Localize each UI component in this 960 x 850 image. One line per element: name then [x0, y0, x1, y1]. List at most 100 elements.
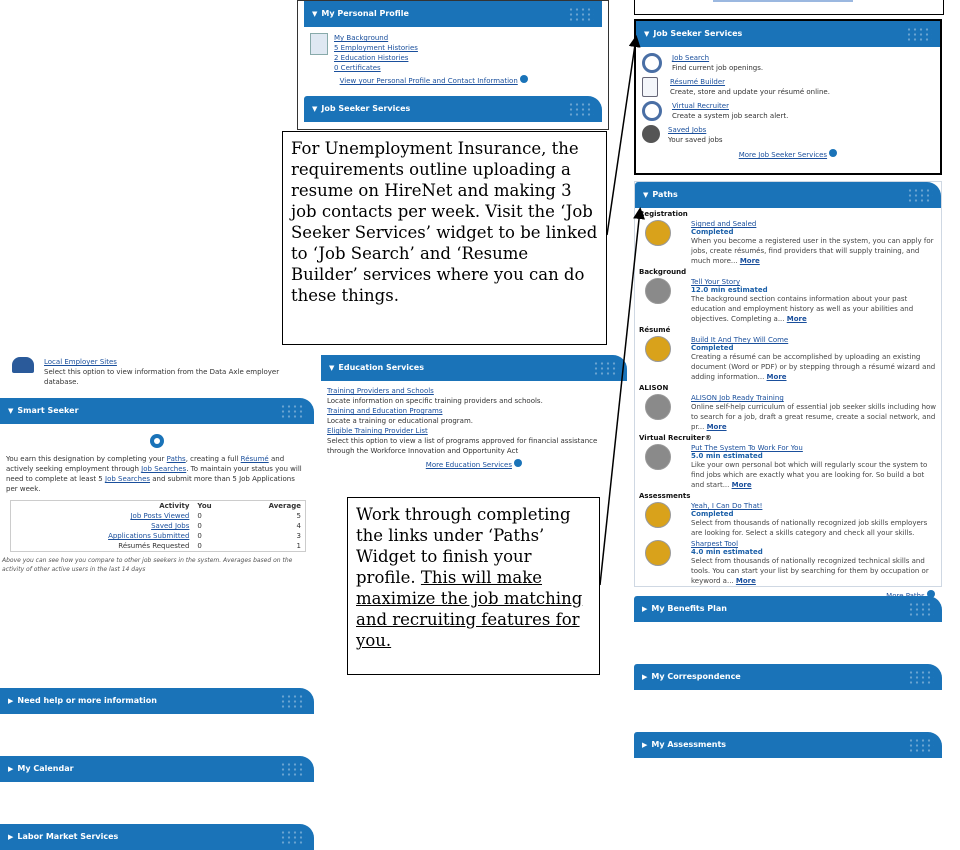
more-link[interactable]: More	[740, 257, 760, 265]
eligible-training-link[interactable]: Eligible Training Provider List	[327, 426, 621, 436]
profile-link[interactable]: 0 Certificates	[334, 63, 418, 73]
collapse-arrow-icon[interactable]: ▼	[8, 398, 13, 424]
view-profile-link[interactable]: View your Personal Profile and Contact I…	[340, 77, 518, 85]
widget-header[interactable]: ▼ Education Services	[321, 355, 627, 381]
path-section-label: Résumé	[639, 326, 671, 334]
collapse-arrow-icon[interactable]: ▼	[312, 96, 317, 122]
more-link[interactable]: More	[732, 481, 752, 489]
resume-builder-link[interactable]: Résumé Builder	[670, 78, 725, 86]
paths-link[interactable]: Paths	[167, 455, 186, 463]
drag-handle-icon[interactable]	[593, 361, 619, 375]
saved-jobs-link[interactable]: Saved Jobs	[668, 126, 706, 134]
expand-arrow-icon[interactable]: ▶	[8, 756, 13, 782]
training-providers-link[interactable]: Training Providers and Schools	[327, 386, 621, 396]
expand-arrow-icon[interactable]: ▶	[642, 664, 647, 690]
my-calendar-bar[interactable]: ▶ My Calendar	[0, 756, 314, 782]
resume-link[interactable]: Résumé	[241, 455, 269, 463]
my-assessments-bar[interactable]: ▶ My Assessments	[634, 732, 942, 758]
path-section-label: Registration	[639, 210, 688, 218]
path-link[interactable]: ALISON Job Ready Training	[691, 394, 937, 402]
job-searches-link[interactable]: Job Searches	[105, 475, 150, 483]
job-seeker-services-widget: ▼ Job Seeker Services Job Search Find curr…	[634, 19, 942, 175]
more-link[interactable]: More	[707, 423, 727, 431]
widget-header[interactable]: ▼ Job Seeker Services	[636, 21, 940, 47]
path-status: 4.0 min estimated	[691, 548, 763, 556]
expand-arrow-icon[interactable]: ▶	[8, 824, 13, 850]
paths-widget: ▼ Paths Registration Signed and Sealed Comp…	[634, 181, 942, 600]
profile-link[interactable]: 5 Employment Histories	[334, 43, 418, 53]
drag-handle-icon[interactable]	[280, 404, 306, 418]
more-link[interactable]: More	[767, 373, 787, 381]
drag-handle-icon[interactable]	[568, 102, 594, 116]
personal-profile-widget: ▼ My Personal Profile My Background 5 Emp…	[297, 0, 609, 130]
widget-header[interactable]: ▼ Smart Seeker	[0, 398, 314, 424]
table-row: Résumés Requested 0 1	[118, 542, 301, 550]
collapse-arrow-icon[interactable]: ▼	[329, 355, 334, 381]
list-item: Saved Jobs Your saved jobs	[642, 125, 934, 145]
training-programs-link[interactable]: Training and Education Programs	[327, 406, 621, 416]
profile-link[interactable]: 2 Education Histories	[334, 53, 418, 63]
expand-arrow-icon[interactable]: ▶	[642, 596, 647, 622]
table-row: Applications Submitted 0 3	[108, 532, 301, 540]
collapse-arrow-icon[interactable]: ▼	[643, 182, 648, 208]
path-badge-icon	[645, 278, 671, 304]
path-status: 12.0 min estimated	[691, 286, 768, 294]
drag-handle-icon[interactable]	[280, 694, 306, 708]
path-link[interactable]: Yeah, I Can Do That!	[691, 502, 937, 510]
path-section-label: ALISON	[639, 384, 669, 392]
drag-handle-icon[interactable]	[280, 830, 306, 844]
my-benefits-plan-bar[interactable]: ▶ My Benefits Plan	[634, 596, 942, 622]
expand-arrow-icon[interactable]: ▶	[8, 688, 13, 714]
path-item: Tell Your Story 12.0 min estimated The bac…	[639, 278, 937, 324]
path-item: Sharpest Tool 4.0 min estimated Select fro…	[639, 540, 937, 586]
drag-handle-icon[interactable]	[906, 27, 932, 41]
callout-unemployment: For Unemployment Insurance, the requirem…	[282, 131, 607, 345]
path-link[interactable]: Signed and Sealed	[691, 220, 937, 228]
path-item: ALISON Job Ready Training Online self-hel…	[639, 394, 937, 432]
more-link[interactable]: More	[787, 315, 807, 323]
path-link[interactable]: Tell Your Story	[691, 278, 937, 286]
path-item: Signed and Sealed Completed When you becom…	[639, 220, 937, 266]
path-description: Creating a résumé can be accomplished by…	[691, 353, 936, 381]
path-link[interactable]: Sharpest Tool	[691, 540, 937, 548]
job-search-link[interactable]: Job Search	[672, 54, 709, 62]
need-help-bar[interactable]: ▶ Need help or more information	[0, 688, 314, 714]
widget-header[interactable]: ▼ My Personal Profile	[304, 1, 602, 27]
widget-header[interactable]: ▼ Paths	[635, 182, 941, 208]
drag-handle-icon[interactable]	[568, 7, 594, 21]
drag-handle-icon[interactable]	[280, 762, 306, 776]
more-link[interactable]: More	[736, 577, 756, 585]
path-item: Yeah, I Can Do That! Completed Select from…	[639, 502, 937, 538]
path-link[interactable]: Put The System To Work For You	[691, 444, 937, 452]
my-correspondence-bar[interactable]: ▶ My Correspondence	[634, 664, 942, 690]
drag-handle-icon[interactable]	[907, 188, 933, 202]
local-employer-widget: Local Employer Sites Select this option t…	[0, 347, 314, 393]
drag-handle-icon[interactable]	[908, 602, 934, 616]
more-job-seeker-services-link[interactable]: More Job Seeker Services	[739, 151, 827, 159]
table-row: Saved Jobs 0 4	[151, 522, 301, 530]
virtual-recruiter-link[interactable]: Virtual Recruiter	[672, 102, 729, 110]
education-services-widget: ▼ Education Services Training Providers a…	[321, 355, 627, 479]
profile-link[interactable]: My Background	[334, 33, 418, 43]
collapse-arrow-icon[interactable]: ▼	[644, 21, 649, 47]
arrow-circle-icon[interactable]	[514, 459, 523, 467]
widget-header[interactable]: ▼ Job Seeker Services	[304, 96, 602, 122]
labor-market-bar[interactable]: ▶ Labor Market Services	[0, 824, 314, 850]
drag-handle-icon[interactable]	[908, 670, 934, 684]
collapse-arrow-icon[interactable]: ▼	[312, 1, 317, 27]
path-description: Select from thousands of nationally reco…	[691, 519, 928, 537]
footnote: Above you can see how you compare to oth…	[2, 557, 293, 573]
path-item: Build It And They Will Come Completed Crea…	[639, 336, 937, 382]
more-education-services-link[interactable]: More Education Services	[426, 461, 512, 469]
path-badge-icon	[645, 220, 671, 246]
arrow-circle-icon[interactable]	[520, 75, 528, 83]
expand-arrow-icon[interactable]: ▶	[642, 732, 647, 758]
local-employer-link[interactable]: Local Employer Sites	[44, 358, 117, 366]
arrow-circle-icon[interactable]	[829, 149, 838, 157]
path-item: Put The System To Work For You 5.0 min es…	[639, 444, 937, 490]
job-searches-link[interactable]: Job Searches	[141, 465, 186, 473]
document-icon	[642, 77, 658, 97]
path-link[interactable]: Build It And They Will Come	[691, 336, 937, 344]
drag-handle-icon[interactable]	[908, 738, 934, 752]
path-description: Select from thousands of nationally reco…	[691, 557, 929, 585]
